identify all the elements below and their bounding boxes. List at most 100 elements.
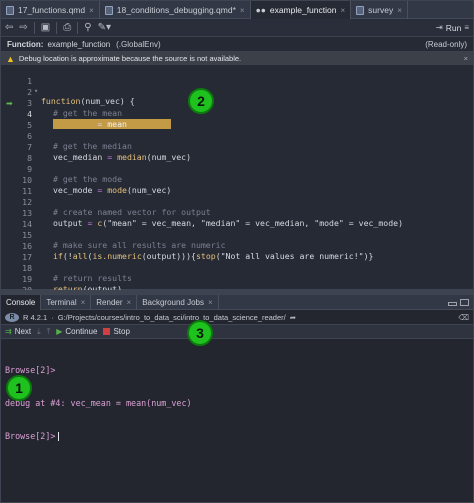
r-version: R 4.2.1 [23,312,48,322]
tab-render[interactable]: Render × [91,295,138,310]
code-line: 1 ▾ function(num_vec) { [1,66,473,106]
editor-tab-strip: 17_functions.qmd × 18_conditions_debuggi… [1,1,473,19]
close-icon[interactable]: × [240,6,245,15]
console-pane: Console Terminal × Render × Background J… [0,294,474,503]
code-line: 10 vec_mode = mode(num_vec) [1,165,473,195]
close-icon[interactable]: × [208,298,213,307]
code-line: 20 ▸ } [1,275,473,315]
separator: · [51,312,54,322]
tab-label: 17_functions.qmd [18,5,86,15]
code-line: 5 [1,110,473,130]
editor-toolbar: ⇦ ⇨ ▣ ⎙ ⚲ ✎▾ ⇥ Run ≡ [1,19,473,37]
maximize-pane-icon[interactable] [460,298,469,306]
tab-label: 18_conditions_debugging.qmd* [116,5,236,15]
minimize-pane-icon[interactable] [448,301,457,306]
function-name: example_function [47,39,111,49]
tab-background-jobs[interactable]: Background Jobs × [137,295,219,310]
toolbar-divider [33,21,35,34]
callout-badge-2: 2 [188,88,214,114]
code-line: 3 # get the mean [1,88,473,118]
code-editor[interactable]: ➡ 1 ▾ function(num_vec) { 2 3 # get the … [1,66,473,294]
close-icon[interactable]: × [81,298,86,307]
continue-icon: ▶ [56,327,63,336]
function-bar-label: Function: [7,39,44,49]
close-icon[interactable]: × [464,54,468,63]
show-in-window-icon[interactable]: ▣ [41,22,50,33]
run-label: Run [445,22,462,33]
toolbar-divider [77,21,79,34]
source-editor-pane: 17_functions.qmd × 18_conditions_debuggi… [0,0,474,315]
run-arrow-icon: ⇥ [435,22,443,32]
tab-example-function[interactable]: ●● example_function × [250,1,352,19]
function-icon: ●● [255,5,266,15]
tab-17-functions[interactable]: 17_functions.qmd × [1,1,100,19]
stop-button[interactable]: Stop [103,327,130,336]
tab-18-conditions-debugging[interactable]: 18_conditions_debugging.qmd* × [100,1,251,19]
debug-toolbar: ⇉ Next ⤓ ⤒ ▶ Continue Stop [1,324,473,339]
console-output[interactable]: Browse[2]> debug at #4: vec_mean = mean(… [5,343,192,464]
continue-button[interactable]: ▶ Continue [56,327,97,336]
file-icon [104,5,113,15]
tab-label: example_function [269,5,337,15]
code-line: 6 # get the median [1,121,473,151]
next-label: Next [14,327,32,336]
table-icon [356,5,365,15]
text-cursor [58,432,60,441]
close-icon[interactable]: × [127,298,132,307]
tab-label: Terminal [46,298,77,307]
step-into-icon[interactable]: ⤓ [37,327,41,337]
tab-console[interactable]: Console [1,295,42,310]
toolbar-divider [56,21,58,34]
step-out-icon[interactable]: ⤒ [47,327,51,337]
code-line: 16 if(!all(is.numeric(output))){stop("No… [1,231,473,261]
close-icon[interactable]: × [397,6,402,15]
function-environment: (.GlobalEnv) [116,39,161,49]
debug-message: debug at #4: vec_mean = mean(num_vec) [5,398,192,408]
callout-badge-1: 1 [6,375,32,401]
code-line: 2 [1,77,473,97]
code-line-current: 4 vec_mean = mean(num_vec) [1,99,473,129]
tab-survey[interactable]: survey × [351,1,408,19]
next-button[interactable]: ⇉ Next [5,327,31,336]
back-arrow-icon[interactable]: ⇦ [5,22,13,33]
run-button[interactable]: ⇥ Run ≡ [436,22,469,33]
tab-label: Console [6,298,36,307]
console-prompt: Browse[2]> [5,365,56,375]
pane-controls [448,295,473,309]
file-icon [6,5,14,15]
tab-label: survey [368,5,394,15]
code-line: 15 # make sure all results are numeric [1,220,473,250]
code-line: 12 # create named vector for output [1,187,473,217]
tab-label: Background Jobs [142,298,205,307]
print-icon[interactable]: ⎙ [63,22,71,33]
code-line: 7 vec_median = median(num_vec) [1,132,473,162]
tab-label: Render [96,298,123,307]
search-icon[interactable]: ⚲ [84,22,91,33]
code-line: 18 # return results [1,253,473,283]
close-icon[interactable]: × [89,6,94,15]
r-logo-icon: R [5,312,19,322]
continue-label: Continue [65,327,98,336]
warning-icon: ▲ [6,53,15,64]
console-path-bar: R R 4.2.1 · G:/Projects/courses/intro_to… [1,310,473,324]
debug-warning-bar: ▲ Debug location is approximate because … [1,52,473,65]
code-line: 14 [1,209,473,229]
clear-console-icon[interactable]: ⌫ [458,313,469,322]
tab-terminal[interactable]: Terminal × [41,295,92,310]
working-directory[interactable]: G:/Projects/courses/intro_to_data_sci/in… [58,313,286,322]
code-line: 8 [1,143,473,163]
code-line: 17 [1,242,473,262]
function-info-bar: Function: example_function (.GlobalEnv) … [1,37,473,52]
stop-label: Stop [113,327,130,336]
console-prompt: Browse[2]> [5,431,56,441]
forward-arrow-icon[interactable]: ⇨ [19,22,27,33]
code-line: 9 # get the mode [1,154,473,184]
go-to-directory-icon[interactable]: ➦ [290,313,296,322]
code-line: 11 [1,176,473,196]
code-line: 13 output = c("mean" = vec_mean, "median… [1,198,473,228]
read-only-label: (Read-only) [425,39,467,49]
run-menu-icon[interactable]: ≡ [464,23,469,32]
code-line: 19 return(output) [1,264,473,294]
close-icon[interactable]: × [340,6,345,15]
magic-wand-icon[interactable]: ✎▾ [98,22,111,33]
